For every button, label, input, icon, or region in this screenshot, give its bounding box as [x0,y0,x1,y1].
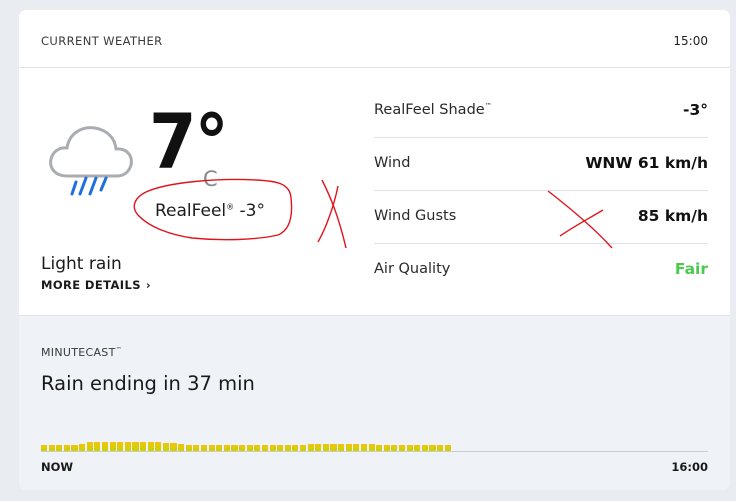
minutecast-section: MINUTECAST™ Rain ending in 37 min NOW 16… [19,315,730,490]
card-header: CURRENT WEATHER 15:00 [19,10,730,68]
detail-row-air-quality: Air Quality Fair [374,244,708,296]
more-details-link[interactable]: MORE DETAILS › [41,278,151,292]
temperature-unit: C [203,167,218,191]
current-time: 15:00 [673,34,708,48]
detail-value: WNW 61 km/h [585,154,708,172]
minutecast-title: MINUTECAST™ [41,346,122,359]
minutecast-mark: ™ [115,346,122,354]
detail-value: 85 km/h [637,207,708,225]
rain-cloud-icon [49,126,133,196]
detail-row-realfeel-shade: RealFeel Shade™ -3° [374,85,708,138]
realfeel-mark: ® [226,202,235,212]
detail-row-wind: Wind WNW 61 km/h [374,138,708,191]
weather-condition: Light rain [41,254,122,274]
detail-label-text: RealFeel Shade [374,102,485,118]
timeline-end-label: 16:00 [671,460,708,474]
minutecast-title-text: MINUTECAST [41,346,116,359]
detail-label: Wind [374,155,411,171]
detail-value: -3° [683,101,708,119]
realfeel-value: -3° [239,201,265,221]
realfeel-reading: RealFeel® -3° [155,201,265,221]
detail-label: Air Quality [374,261,451,277]
detail-label-mark: ™ [484,102,492,111]
timeline-start-label: NOW [41,460,74,474]
minutecast-summary: Rain ending in 37 min [41,372,255,395]
current-weather-card: CURRENT WEATHER 15:00 7° C RealFeel® -3°… [19,10,730,490]
detail-label: Wind Gusts [374,208,457,224]
weather-details-list: RealFeel Shade™ -3° Wind WNW 61 km/h Win… [374,85,708,296]
detail-row-wind-gusts: Wind Gusts 85 km/h [374,191,708,244]
timeline-baseline [41,451,708,452]
chevron-right-icon: › [145,278,152,292]
more-details-label: MORE DETAILS [41,278,141,292]
card-title: CURRENT WEATHER [41,34,163,48]
realfeel-label: RealFeel [155,201,227,221]
air-quality-value: Fair [674,260,708,278]
detail-label: RealFeel Shade™ [374,102,492,118]
